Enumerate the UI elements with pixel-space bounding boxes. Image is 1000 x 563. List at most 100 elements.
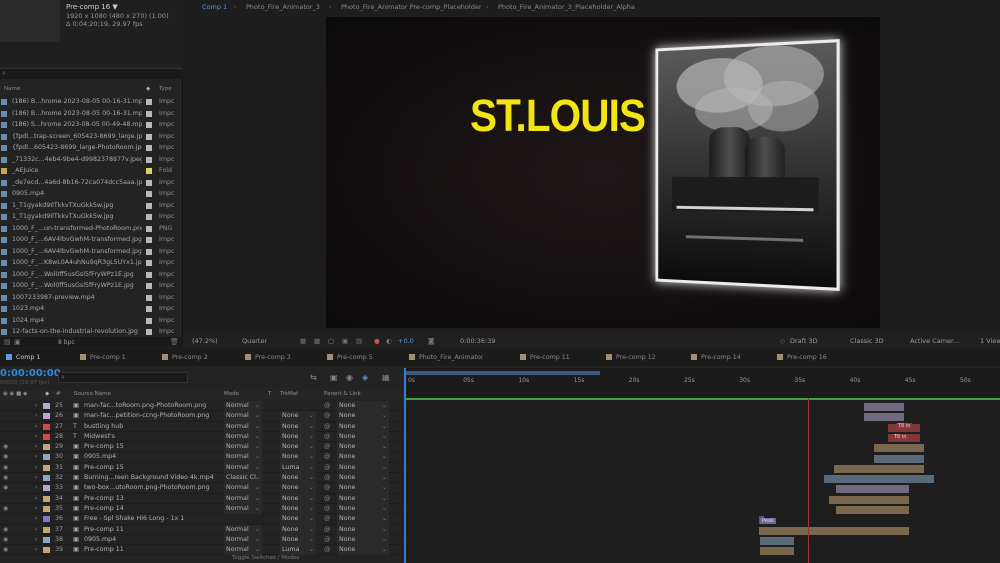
trash-icon[interactable]: 🗑 xyxy=(170,338,179,346)
expand-chevron-icon[interactable]: › xyxy=(35,452,38,462)
timeline-graph[interactable]: 0s 05s 10s 15s 20s 25s 30s 35s 40s 45s 50s T8 in T… xyxy=(404,368,1000,563)
layer-mode-dropdown[interactable]: Normal ⌄ xyxy=(224,452,262,463)
parent-dropdown[interactable]: None ⌄ xyxy=(337,401,389,412)
layer-bar[interactable] xyxy=(760,547,794,556)
layer-mode-dropdown[interactable]: Normal ⌄ xyxy=(224,401,262,412)
pickwhip-icon[interactable]: @ xyxy=(324,504,330,514)
draft-icon[interactable]: ▣ xyxy=(330,373,338,382)
layer-mode-dropdown[interactable]: Normal ⌄ xyxy=(224,411,262,422)
project-item[interactable]: 1_T1gyakd9IlTkkvTXuGkk5w.jpg Impc xyxy=(0,211,183,223)
expand-chevron-icon[interactable]: › xyxy=(35,401,38,411)
col-name[interactable]: Name xyxy=(4,86,20,92)
layer-source-name[interactable]: Pre-comp 15 xyxy=(84,463,216,473)
viewer-tab-3[interactable]: Photo_Fire_Animator_3_Placeholder_Alpha xyxy=(498,3,635,11)
layer-label-color[interactable] xyxy=(43,475,50,482)
parent-dropdown[interactable]: None ⌄ xyxy=(337,483,389,494)
parent-dropdown[interactable]: None ⌄ xyxy=(337,545,389,556)
transparency-icon[interactable]: ▩ xyxy=(314,337,320,345)
trkmat-dropdown[interactable]: Luma ⌄ xyxy=(280,462,316,474)
col-source[interactable]: Source Name xyxy=(74,391,111,397)
layer-label-color[interactable] xyxy=(43,464,50,471)
layer-row[interactable]: › 34 ▣ Pre-comp 13 Normal ⌄ None ⌄ @ None ⌄ xyxy=(0,493,404,504)
project-item[interactable]: {fpdl...trap-screen_605423-8699_large.jp… xyxy=(0,131,183,143)
trkmat-dropdown[interactable]: None ⌄ xyxy=(280,442,316,453)
layer-marker-3[interactable]: Peak xyxy=(760,518,776,524)
layer-label-color[interactable] xyxy=(43,547,50,554)
timeline-search-input[interactable]: ⌕ xyxy=(58,372,188,383)
layer-row[interactable]: ◉ › 33 ▣ two-box...utoRoom.png-PhotoRoom.png… xyxy=(0,483,404,494)
pickwhip-icon[interactable]: @ xyxy=(324,442,330,452)
graph-editor-icon[interactable]: ◈ xyxy=(362,373,368,382)
parent-dropdown[interactable]: None ⌄ xyxy=(337,514,389,525)
layer-source-name[interactable]: Pre-comp 11 xyxy=(84,525,216,535)
layer-row[interactable]: ◉ › 29 ▣ Pre-comp 15 Normal ⌄ None ⌄ @ None ⌄ xyxy=(0,442,404,453)
pickwhip-icon[interactable]: @ xyxy=(324,514,330,524)
eye-icon[interactable]: ◉ xyxy=(3,504,8,514)
project-item[interactable]: 1000_F_...K8wL0A4uhNu9qR3gL5UYx1.jpg Impc xyxy=(0,257,183,269)
parent-dropdown[interactable]: None ⌄ xyxy=(337,524,389,535)
layer-label-color[interactable] xyxy=(43,516,50,523)
layer-source-name[interactable]: Midwest's xyxy=(84,432,216,442)
trkmat-dropdown[interactable]: None ⌄ xyxy=(280,493,316,504)
layer-source-name[interactable]: Free - Spl Shake Hi6 Long - 1x 1 xyxy=(84,514,216,524)
pickwhip-icon[interactable]: @ xyxy=(324,401,330,411)
project-item[interactable]: 1_T1gyakd9IlTkkvTXuGkk5w.jpg Impc xyxy=(0,200,183,212)
project-item[interactable]: _AEJuice Fold xyxy=(0,165,183,177)
eye-icon[interactable]: ◉ xyxy=(3,452,8,462)
layer-mode-dropdown[interactable]: Normal ⌄ xyxy=(224,493,262,504)
project-item[interactable]: 1000_F_...6AV4lbvGwhM-transformed.jpg Imp… xyxy=(0,234,183,246)
layer-row[interactable]: ◉ › 32 ▣ Burning...reen Background Video 4k.… xyxy=(0,473,404,484)
layer-bar[interactable] xyxy=(874,454,924,463)
draft3d-icon[interactable]: ◇ xyxy=(780,337,785,345)
parent-dropdown[interactable]: None ⌄ xyxy=(337,493,389,504)
camera-dropdown[interactable]: Active Camer... xyxy=(910,337,959,345)
trkmat-dropdown[interactable]: None ⌄ xyxy=(280,483,316,494)
layer-source-name[interactable]: Burning...reen Background Video 4k.mp4 xyxy=(84,473,216,483)
layer-bar[interactable] xyxy=(760,536,794,545)
layer-label-color[interactable] xyxy=(43,403,50,409)
layer-bar[interactable] xyxy=(834,464,924,473)
layer-mode-dropdown[interactable]: Normal ⌄ xyxy=(224,524,262,535)
expand-chevron-icon[interactable]: › xyxy=(35,422,38,432)
project-item[interactable]: 1023.mp4 Impc xyxy=(0,303,183,315)
col-t[interactable]: T xyxy=(268,391,271,397)
parent-dropdown[interactable]: None ⌄ xyxy=(337,503,389,515)
layer-bar[interactable] xyxy=(824,475,934,484)
trkmat-dropdown[interactable]: None ⌄ xyxy=(280,534,316,546)
comp-name[interactable]: Pre-comp 16 ▼ xyxy=(66,3,118,11)
new-folder-icon[interactable]: ▤ xyxy=(4,338,11,346)
trkmat-dropdown[interactable]: None ⌄ xyxy=(280,503,316,515)
layer-source-name[interactable]: 0905.mp4 xyxy=(84,535,216,545)
layer-label-color[interactable] xyxy=(43,536,50,543)
layer-label-color[interactable] xyxy=(43,526,50,533)
layer-bar[interactable] xyxy=(829,495,909,504)
project-item[interactable]: 1000_F_...6AV4lbvGwhM-transformed.jpg Imp… xyxy=(0,246,183,258)
comp-canvas[interactable]: ST.LOUIS xyxy=(326,17,880,328)
trkmat-dropdown[interactable]: None ⌄ xyxy=(280,431,316,443)
eye-icon[interactable]: ◉ xyxy=(3,473,8,483)
expand-chevron-icon[interactable]: › xyxy=(35,494,38,504)
camera-icon[interactable]: ◙ xyxy=(428,337,434,345)
trkmat-dropdown[interactable]: None ⌄ xyxy=(280,524,316,535)
layer-mode-dropdown[interactable]: Normal ⌄ xyxy=(224,503,262,515)
project-item[interactable]: {fpdl...605423-8699_large-PhotoRoom.jpg I… xyxy=(0,142,183,154)
draft3d-label[interactable]: Draft 3D xyxy=(790,337,818,345)
expand-chevron-icon[interactable]: › xyxy=(35,411,38,421)
expand-chevron-icon[interactable]: › xyxy=(35,525,38,535)
eye-icon[interactable]: ◉ xyxy=(3,545,8,555)
layer-label-color[interactable] xyxy=(43,423,50,430)
layer-label-color[interactable] xyxy=(43,454,50,461)
col-trkmat[interactable]: TrkMat xyxy=(280,391,298,397)
layer-row[interactable]: › 27 Tbustling hub Normal ⌄ None ⌄ @ None ⌄ xyxy=(0,421,404,432)
layer-row[interactable]: ◉ › 38 ▣ 0905.mp4 Normal ⌄ None ⌄ @ None ⌄ xyxy=(0,534,404,546)
layer-row[interactable]: ◉ › 30 ▣ 0905.mp4 Normal ⌄ None ⌄ @ None ⌄ xyxy=(0,452,404,463)
project-item[interactable]: 1024.mp4 Impc xyxy=(0,315,183,327)
viewer-tab-1[interactable]: Photo_Fire_Animator_3 xyxy=(246,3,320,11)
parent-dropdown[interactable]: None ⌄ xyxy=(337,452,389,463)
layer-mode-dropdown[interactable]: Normal ⌄ xyxy=(224,421,262,432)
parent-dropdown[interactable]: None ⌄ xyxy=(337,411,389,422)
layer-row[interactable]: › 26 ▣ man-fac...petition-ccng-PhotoRoom.pn… xyxy=(0,411,404,422)
layer-source-name[interactable]: 0905.mp4 xyxy=(84,452,216,462)
layer-bar[interactable] xyxy=(836,485,909,494)
layer-source-name[interactable]: man-fac...petition-ccng-PhotoRoom.png xyxy=(84,411,216,421)
